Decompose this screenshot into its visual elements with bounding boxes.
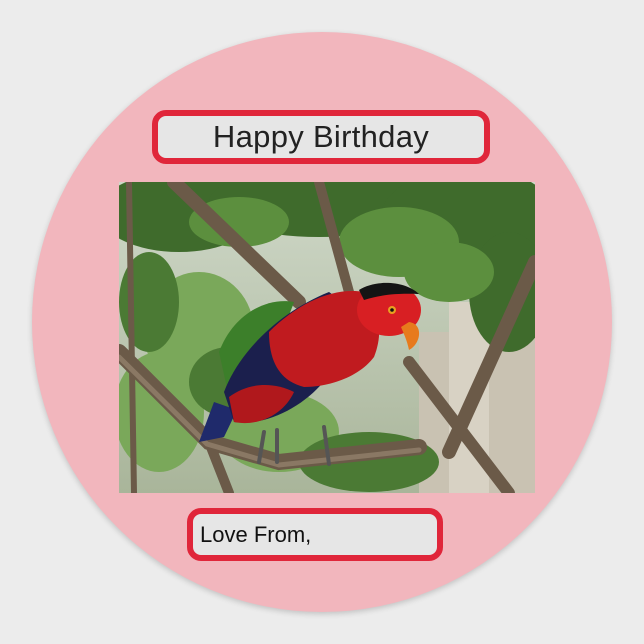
love-from-text: Love From, (200, 521, 312, 547)
parrot-photo (119, 182, 535, 493)
title-text: Happy Birthday (212, 119, 430, 154)
title-label: Happy Birthday (152, 110, 490, 164)
love-from-label: Love From, (187, 508, 443, 561)
parrot-photo-illustration (119, 182, 535, 493)
